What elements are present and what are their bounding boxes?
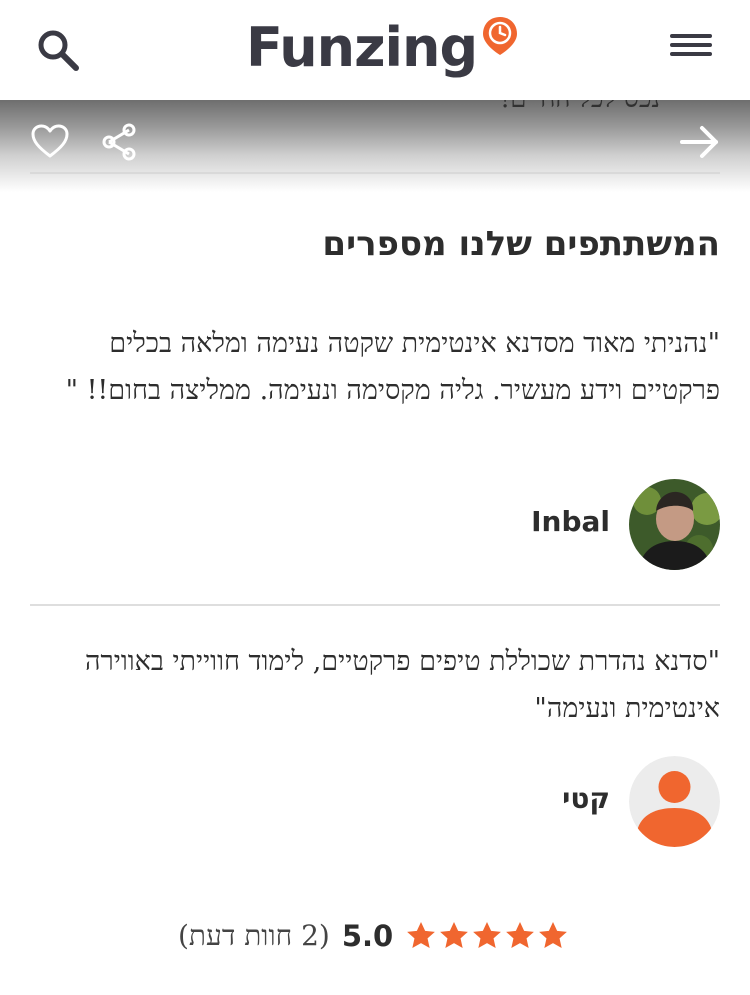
action-bar: נכס לכל החיים! — [0, 100, 750, 192]
logo-text: Funzing — [246, 15, 478, 79]
review-text: "סדנא נהדרת שכוללת טיפים פרקטיים, לימוד … — [84, 646, 720, 724]
arrow-right-icon[interactable] — [678, 122, 722, 162]
top-header: Funzing — [0, 0, 750, 100]
review-text: "נהניתי מאוד מסדנא אינטימית שקטה נעימה ו… — [65, 328, 720, 406]
star-icon — [539, 922, 568, 948]
section-title: המשתתפים שלנו מספרים — [322, 224, 720, 264]
star-icon — [473, 922, 502, 948]
review-count[interactable]: (2 חוות דעת) — [178, 919, 330, 953]
rating-summary: (2 חוות דעת) 5.0 — [178, 914, 570, 958]
star-icon — [506, 922, 535, 948]
hamburger-menu-icon[interactable] — [668, 30, 714, 70]
rating-value: 5.0 — [341, 919, 394, 953]
divider — [30, 604, 720, 606]
default-user-icon — [629, 756, 720, 847]
star-icon — [440, 922, 469, 948]
reviewer-name: קטי — [562, 782, 610, 815]
clock-pin-icon — [481, 15, 519, 57]
star-icon — [407, 922, 436, 948]
reviewer: קטי — [30, 756, 720, 848]
reviewer: Inbal — [30, 479, 720, 571]
scrolled-text: נכס לכל החיים! — [500, 100, 660, 114]
reviewer-name: Inbal — [531, 505, 610, 538]
star-rating — [405, 920, 570, 952]
share-icon[interactable] — [100, 122, 138, 162]
heart-icon[interactable] — [30, 122, 70, 162]
divider — [30, 172, 720, 174]
funzing-logo[interactable]: Funzing — [246, 12, 519, 82]
avatar — [629, 479, 720, 570]
search-icon[interactable] — [34, 26, 82, 74]
